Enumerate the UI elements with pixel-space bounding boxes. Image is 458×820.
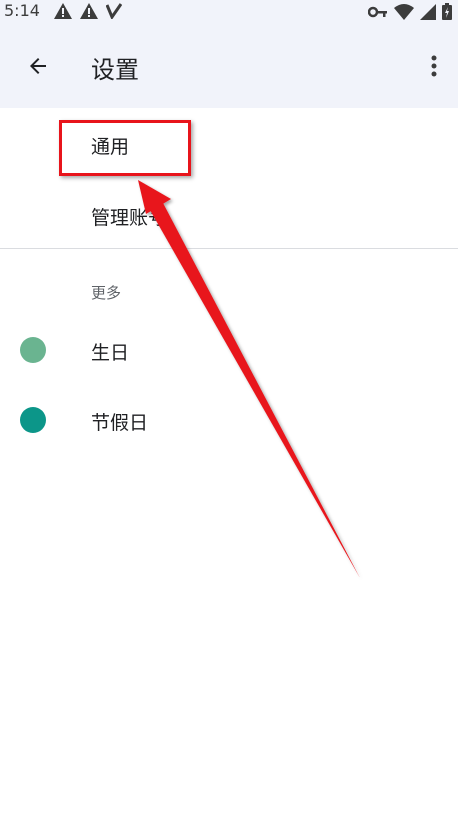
wifi-icon [394, 3, 414, 20]
settings-item-manage-accounts[interactable]: 管理账号 [91, 203, 167, 230]
calendar-color-dot [20, 407, 46, 433]
status-notification-icons [54, 3, 122, 19]
warning-icon [54, 3, 72, 19]
battery-icon [442, 3, 452, 20]
back-button[interactable] [18, 46, 58, 86]
status-time: 5:14 [4, 1, 40, 20]
page-title: 设置 [91, 56, 139, 84]
calendar-color-dot [20, 337, 46, 363]
check-icon [106, 3, 122, 19]
status-bar: 5:14 [0, 0, 458, 22]
annotation-highlight-box [59, 120, 191, 176]
app-bar: 设置 [0, 22, 458, 108]
calendar-item-label: 节假日 [91, 412, 149, 434]
calendar-item-label: 生日 [91, 342, 130, 364]
calendar-item-birthday[interactable]: 生日 [0, 320, 458, 380]
more-vert-icon [431, 55, 437, 77]
divider [0, 248, 458, 249]
key-icon [368, 6, 387, 17]
section-header-more: 更多 [91, 284, 122, 302]
more-options-button[interactable] [422, 46, 446, 86]
calendar-item-holidays[interactable]: 节假日 [0, 390, 458, 450]
warning-icon [80, 3, 98, 19]
arrow-back-icon [30, 58, 46, 74]
signal-icon [420, 3, 436, 20]
status-system-icons [368, 3, 452, 20]
